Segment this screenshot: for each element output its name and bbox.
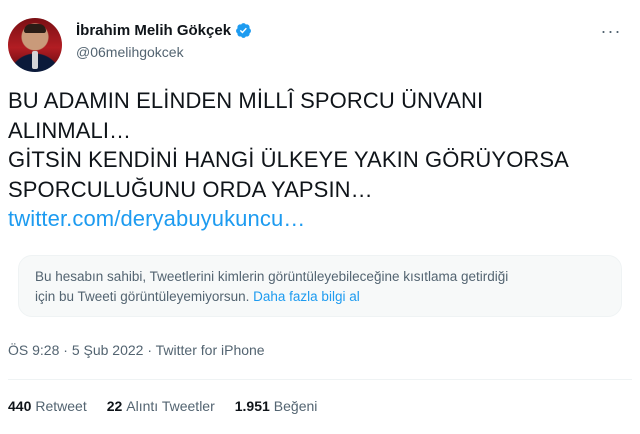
notice-text-line1: Bu hesabın sahibi, Tweetlerini kimlerin … xyxy=(35,269,509,284)
quotes-count: 22 xyxy=(106,398,123,414)
tweet-line: GİTSİN KENDİNİ HANGİ ÜLKEYE YAKIN GÖRÜYO… xyxy=(8,147,569,172)
notice-text-line2: için bu Tweeti görüntüleyemiyorsun. xyxy=(35,289,250,304)
tweet-line: BU ADAMIN ELİNDEN MİLLÎ SPORCU ÜNVANI xyxy=(8,88,484,113)
avatar-hair xyxy=(24,24,46,33)
user-handle[interactable]: @06melihgokcek xyxy=(76,44,184,60)
retweets-count: 440 xyxy=(8,398,32,414)
display-name[interactable]: İbrahim Melih Gökçek xyxy=(76,22,231,39)
quote-tweets-stat[interactable]: 22 Alıntı Tweetler xyxy=(107,398,215,414)
learn-more-link[interactable]: Daha fazla bilgi al xyxy=(253,289,360,304)
tweet-stats: 440 Retweet 22 Alıntı Tweetler 1.951 Beğeni xyxy=(8,398,317,414)
tweet-date[interactable]: 5 Şub 2022 xyxy=(72,342,144,358)
divider xyxy=(8,379,632,380)
tweet-time[interactable]: ÖS 9:28 xyxy=(8,342,59,358)
name-row: İbrahim Melih Gökçek xyxy=(76,22,252,39)
verified-badge-icon xyxy=(236,23,251,38)
likes-count: 1.951 xyxy=(234,398,270,414)
tweet-text: BU ADAMIN ELİNDEN MİLLÎ SPORCU ÜNVANI AL… xyxy=(8,86,608,234)
tweet-line: SPORCULUĞUNU ORDA YAPSIN… xyxy=(8,176,373,202)
likes-stat[interactable]: 1.951 Beğeni xyxy=(235,398,318,414)
meta-separator: · xyxy=(59,342,72,358)
tweet-source[interactable]: Twitter for iPhone xyxy=(156,342,265,358)
tweet-meta: ÖS 9:28 · 5 Şub 2022 · Twitter for iPhon… xyxy=(8,342,265,358)
likes-label: Beğeni xyxy=(273,398,318,414)
tweet-link[interactable]: twitter.com/deryabuyukuncu… xyxy=(8,206,305,231)
avatar[interactable] xyxy=(8,18,62,72)
tweet-line: ALINMALI… xyxy=(8,117,132,143)
more-options-icon[interactable]: ··· xyxy=(600,22,622,42)
retweets-stat[interactable]: 440 Retweet xyxy=(8,398,87,414)
quotes-label: Alıntı Tweetler xyxy=(126,398,215,414)
meta-separator: · xyxy=(143,342,156,358)
retweets-label: Retweet xyxy=(35,398,87,414)
avatar-tie xyxy=(32,51,38,69)
restricted-tweet-notice: Bu hesabın sahibi, Tweetlerini kimlerin … xyxy=(18,255,622,317)
tweet-header: İbrahim Melih Gökçek @06melihgokcek ··· xyxy=(8,8,632,72)
